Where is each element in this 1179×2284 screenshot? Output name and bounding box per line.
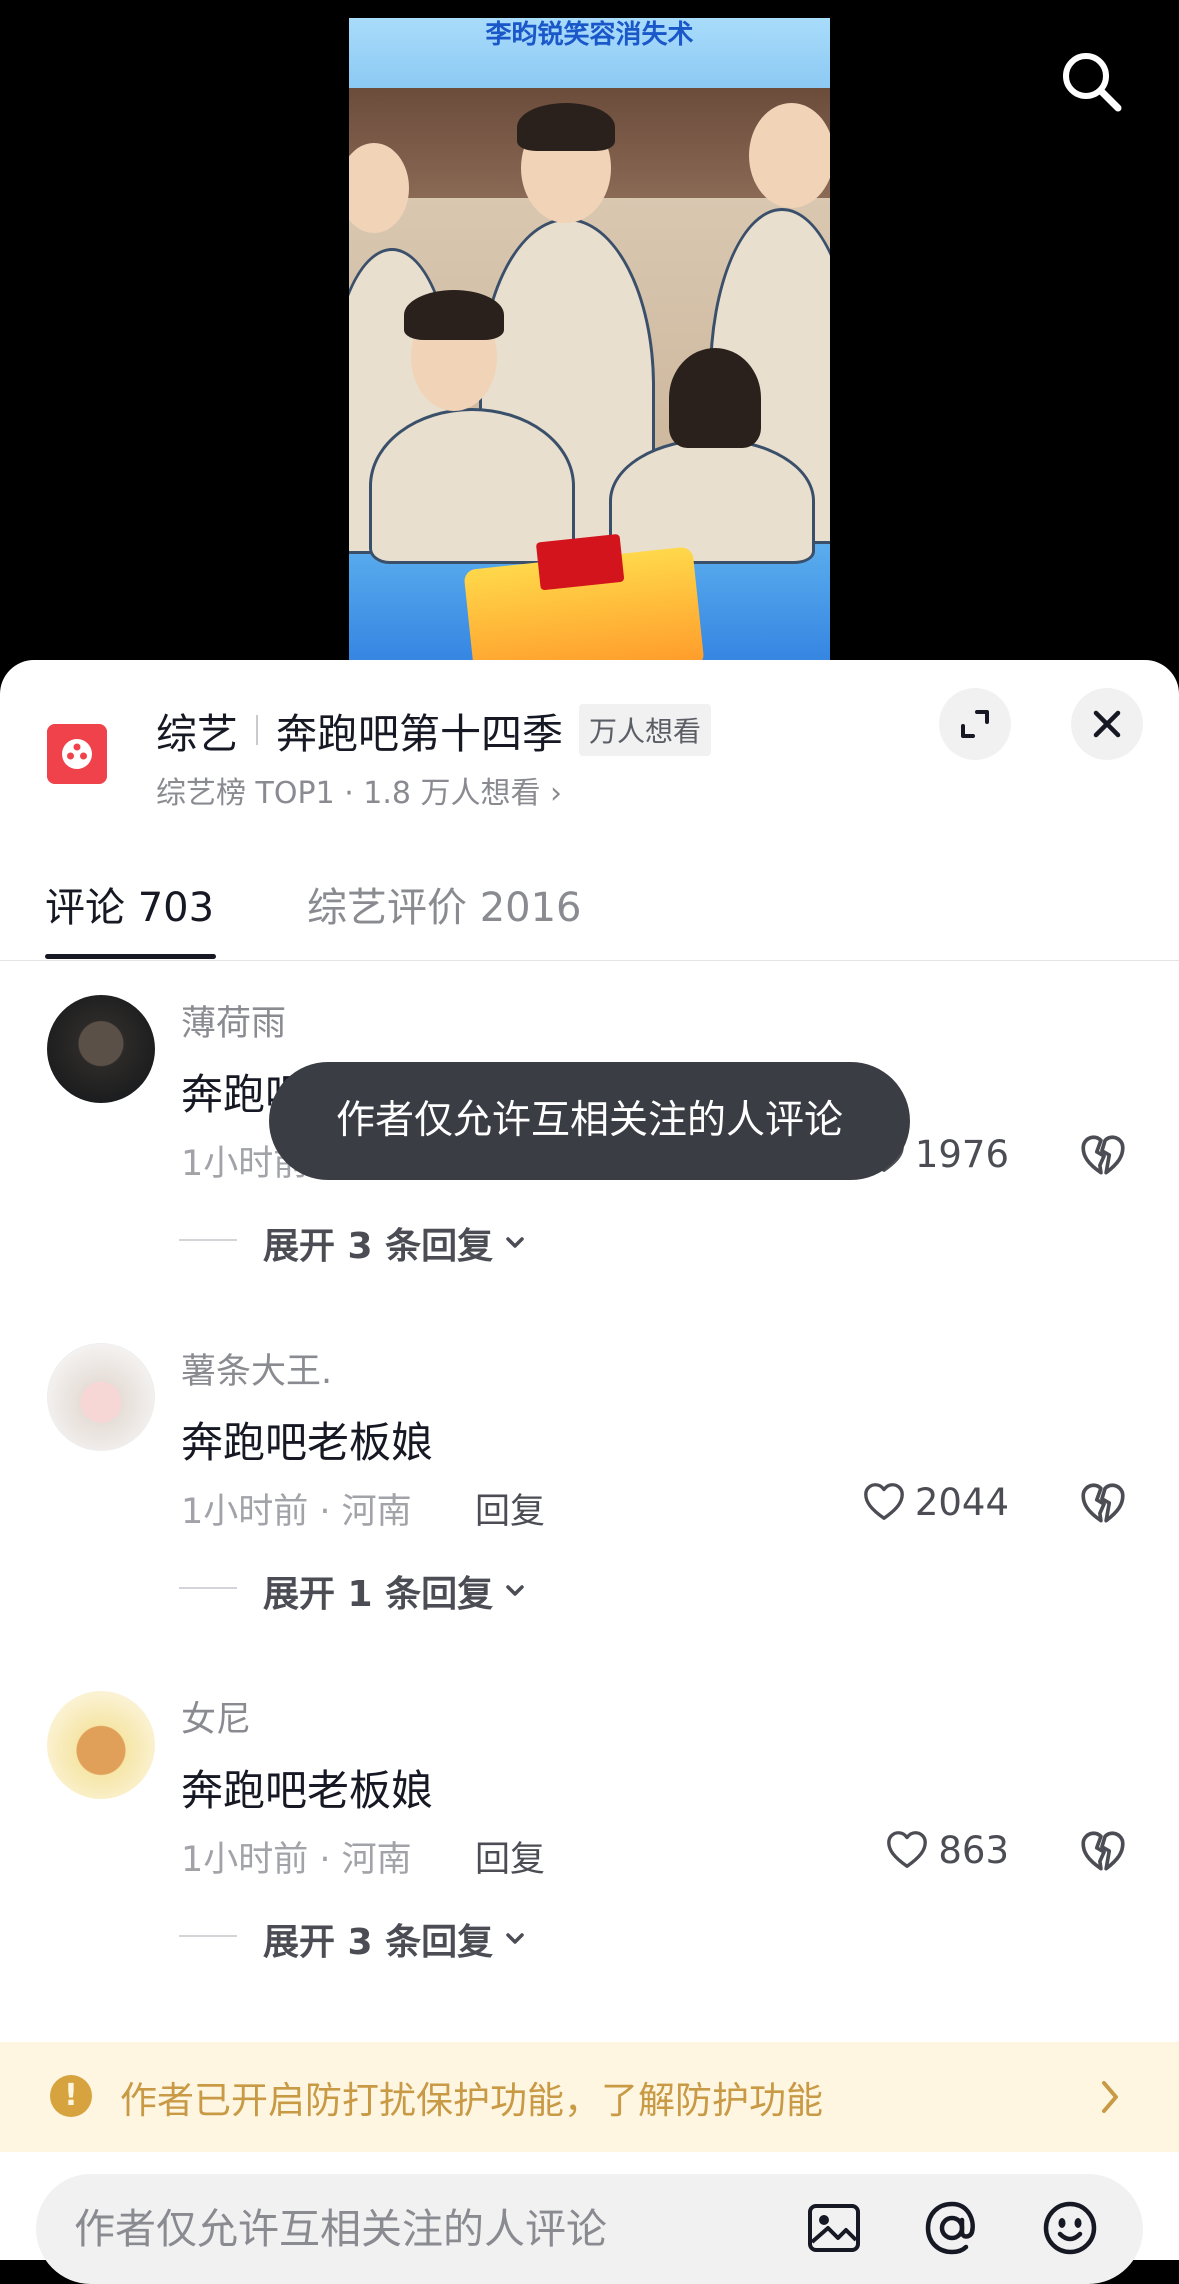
avatar[interactable] — [47, 1691, 155, 1799]
chevron-down-icon — [506, 1237, 524, 1248]
video-figure — [609, 438, 815, 564]
mention-icon[interactable] — [920, 2196, 984, 2260]
expand-divider — [179, 1587, 237, 1589]
anti-harassment-notice[interactable]: ! 作者已开启防打扰保护功能，了解防护功能 — [0, 2042, 1179, 2152]
want-to-watch-badge: 万人想看 — [579, 704, 712, 756]
video-figure — [369, 408, 575, 564]
expand-replies-button[interactable]: 展开 3 条回复 — [179, 1217, 529, 1269]
show-name: 奔跑吧第十四季 — [276, 710, 563, 758]
expand-divider — [179, 1239, 237, 1241]
broken-heart-icon[interactable] — [1078, 1827, 1128, 1877]
comment-input-bar — [36, 2174, 1143, 2284]
like-button[interactable]: 863 — [884, 1827, 1009, 1873]
comment-meta: 1小时前 · 河南 — [181, 1492, 412, 1532]
expand-button[interactable] — [939, 688, 1011, 760]
film-reel-icon — [47, 724, 107, 784]
active-tab-indicator — [45, 954, 216, 959]
expand-replies-button[interactable]: 展开 1 条回复 — [179, 1565, 529, 1617]
comment-text: 奔跑吧老板娘 — [181, 1766, 434, 1815]
video-caption: 李昀锐笑容消失术 — [485, 20, 694, 50]
video-figure-hair — [517, 103, 615, 151]
broken-heart-icon[interactable] — [1078, 1131, 1128, 1181]
comment-meta: 1小时前 · 河南 — [181, 1840, 412, 1880]
close-button[interactable] — [1071, 688, 1143, 760]
show-rank-link[interactable]: 综艺榜 TOP1 · 1.8 万人想看 › — [156, 768, 562, 812]
video-figure-head — [349, 143, 409, 233]
tab-variety-reviews[interactable]: 综艺评价 2016 — [307, 875, 582, 933]
show-title-row[interactable]: 综艺 奔跑吧第十四季 万人想看 — [156, 700, 712, 760]
comment-item: 薯条大王. 奔跑吧老板娘 1小时前 · 河南 回复 2044 展开 1 条回复 — [0, 1343, 1179, 1673]
tabs-divider — [0, 960, 1179, 961]
expand-replies-label: 展开 1 条回复 — [263, 1574, 494, 1615]
chevron-down-icon — [506, 1585, 524, 1596]
avatar[interactable] — [47, 995, 155, 1103]
video-player[interactable]: 李昀锐笑容消失术 — [0, 0, 1179, 680]
notice-text: 作者已开启防打扰保护功能，了解防护功能 — [120, 2079, 823, 2122]
comment-text: 奔跑吧老板娘 — [181, 1418, 434, 1467]
reply-button[interactable]: 回复 — [475, 1483, 545, 1534]
video-figure-hair — [669, 348, 761, 448]
like-count: 1976 — [914, 1132, 1009, 1176]
emoji-icon[interactable] — [1038, 2196, 1102, 2260]
chevron-right-icon — [1102, 2081, 1118, 2113]
search-icon[interactable] — [1056, 46, 1126, 116]
like-count: 863 — [938, 1828, 1009, 1872]
video-figure-head — [749, 103, 830, 208]
like-count: 2044 — [914, 1480, 1009, 1524]
video-frame[interactable]: 李昀锐笑容消失术 — [349, 18, 830, 680]
sponsor-logo-image — [535, 533, 625, 591]
comment-username[interactable]: 薯条大王. — [181, 1343, 332, 1394]
expand-divider — [179, 1935, 237, 1937]
show-category: 综艺 — [156, 710, 238, 758]
chevron-down-icon — [506, 1933, 524, 1944]
title-divider — [256, 715, 258, 745]
avatar[interactable] — [47, 1343, 155, 1451]
comment-username[interactable]: 女尼 — [181, 1691, 251, 1742]
heart-icon — [887, 1831, 928, 1868]
tab-comments[interactable]: 评论 703 — [45, 875, 214, 933]
toast-message: 作者仅允许互相关注的人评论 — [269, 1062, 910, 1180]
warning-icon: ! — [50, 2075, 92, 2117]
expand-replies-label: 展开 3 条回复 — [263, 1226, 494, 1267]
comment-username[interactable]: 薄荷雨 — [181, 995, 286, 1046]
close-icon — [1093, 710, 1121, 738]
comment-input[interactable] — [72, 2200, 796, 2258]
comment-item: 女尼 奔跑吧老板娘 1小时前 · 河南 回复 863 展开 3 条回复 — [0, 1691, 1179, 2021]
expand-replies-label: 展开 3 条回复 — [263, 1922, 494, 1963]
like-button[interactable]: 2044 — [861, 1479, 1009, 1525]
image-icon[interactable] — [802, 2196, 866, 2260]
comment-sheet: 综艺 奔跑吧第十四季 万人想看 综艺榜 TOP1 · 1.8 万人想看 › 评论… — [0, 660, 1179, 2260]
heart-icon — [863, 1483, 904, 1520]
reply-button[interactable]: 回复 — [475, 1831, 545, 1882]
expand-icon — [961, 710, 989, 738]
expand-replies-button[interactable]: 展开 3 条回复 — [179, 1913, 529, 1965]
video-figure-hair — [404, 290, 504, 340]
broken-heart-icon[interactable] — [1078, 1479, 1128, 1529]
